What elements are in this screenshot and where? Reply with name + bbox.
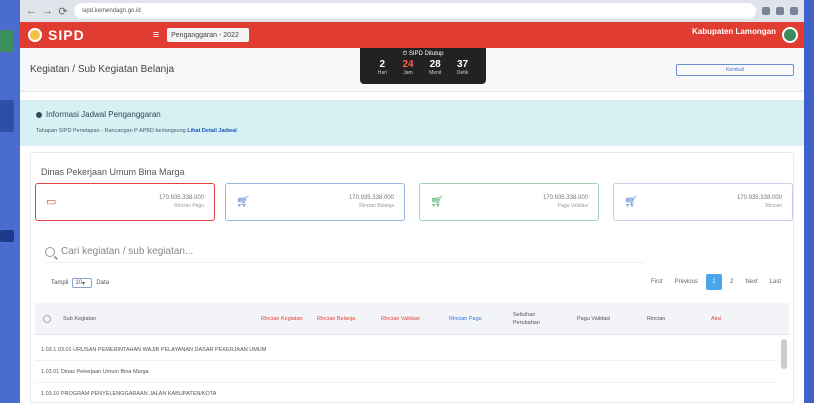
pager-first[interactable]: First bbox=[647, 277, 667, 287]
right-background bbox=[804, 0, 814, 403]
timer-seconds: 37 Detik bbox=[456, 59, 469, 76]
region-name: Kabupaten Lamongan bbox=[691, 27, 776, 36]
stat-card-belanja: 🛒︎ 170.935.338.000 Rincian Belanja bbox=[225, 183, 405, 221]
cart-icon: 🛒︎ bbox=[236, 196, 250, 208]
cart-icon: 🛒︎ bbox=[430, 196, 444, 208]
browser-window: ← → ⟳ sipd.kemendagri.go.id SIPD ≡ Penga… bbox=[20, 0, 804, 403]
pagination: First Previous 1 2 Next Last bbox=[647, 274, 785, 290]
cart-icon: 🛒︎ bbox=[624, 196, 638, 208]
scrollbar[interactable] bbox=[781, 339, 787, 369]
col-rincian-validasi[interactable]: Rincian Validasi bbox=[381, 303, 420, 335]
stat-value: 170.935.338.000 bbox=[542, 195, 588, 201]
app-header: SIPD ≡ Penganggaran - 2022 Kabupaten Lam… bbox=[20, 22, 804, 48]
stat-card-validasi: 🛒︎ 170.935.338.000 Pagu Validasi bbox=[419, 183, 599, 221]
pager-page-2[interactable]: 2 bbox=[726, 277, 737, 287]
timer-label: ⏱ SIPD Ditutup bbox=[402, 51, 444, 57]
search-icon bbox=[45, 246, 55, 257]
table-row[interactable]: 1.03.01 Dinas Pekerjaan Umum Bina Marga bbox=[35, 361, 777, 383]
row-text: 1.03.1.03.01 URUSAN PEMERINTAHAN WAJIB P… bbox=[41, 346, 267, 353]
timer-hours: 24 Jam bbox=[402, 59, 414, 76]
col-rincian[interactable]: Rincian bbox=[647, 303, 665, 335]
back-button[interactable]: Kembali bbox=[676, 64, 794, 76]
reload-icon[interactable]: ⟳ bbox=[58, 5, 68, 18]
col-rincian-kegiatan[interactable]: Rincian Kegiatan bbox=[261, 303, 303, 335]
col-sub-kegiatan[interactable]: Sub Kegiatan bbox=[63, 303, 96, 335]
back-icon[interactable]: ← bbox=[26, 5, 37, 17]
stat-label: Rincian Pagu bbox=[174, 203, 204, 209]
table-row[interactable]: 1.03.10 PROGRAM PENYELENGGARAAN JALAN KA… bbox=[35, 383, 777, 403]
search-box[interactable]: Cari kegiatan / sub kegiatan... bbox=[45, 246, 645, 263]
select-all-checkbox[interactable] bbox=[43, 315, 51, 323]
info-heading: Informasi Jadwal Penganggaran bbox=[46, 110, 161, 119]
row-text: 1.03.01 Dinas Pekerjaan Umum Bina Marga bbox=[41, 368, 149, 375]
app-name: SIPD bbox=[48, 27, 85, 43]
info-detail-link[interactable]: Lihat Detail Jadwal bbox=[187, 128, 237, 134]
taskbar-app-icon[interactable] bbox=[0, 100, 14, 132]
stat-value: 170.935.338.000 bbox=[348, 195, 394, 201]
timer-days: 2 Hari bbox=[377, 59, 387, 76]
stat-card-rincian: 🛒︎ 170.935.338.000 Rincian bbox=[613, 183, 793, 221]
taskbar-app-icon[interactable] bbox=[0, 30, 14, 52]
page-size-select[interactable]: 10 ▾ bbox=[72, 278, 93, 288]
stat-label: Rincian Belanja bbox=[359, 203, 394, 209]
stat-value: 170.935.338.000 bbox=[158, 195, 204, 201]
row-text: 1.03.10 PROGRAM PENYELENGGARAAN JALAN KA… bbox=[41, 390, 217, 397]
browser-toolbar: ← → ⟳ sipd.kemendagri.go.id bbox=[20, 0, 804, 22]
col-pagu-validasi[interactable]: Pagu Validasi bbox=[577, 303, 610, 335]
page-titlebar: Kegiatan / Sub Kegiatan Belanja ⏱ SIPD D… bbox=[20, 48, 804, 92]
stat-label: Pagu Validasi bbox=[557, 203, 588, 209]
info-text: Tahapan SIPD Penetapan - Rancangan P APB… bbox=[36, 128, 186, 134]
profile-icon[interactable] bbox=[790, 7, 798, 15]
taskbar-app-icon[interactable] bbox=[0, 230, 14, 242]
year-select[interactable]: Penganggaran - 2022 bbox=[167, 28, 250, 42]
stat-label: Rincian bbox=[765, 203, 782, 209]
info-icon bbox=[36, 111, 42, 118]
countdown-timer: ⏱ SIPD Ditutup 2 Hari 24 Jam 28 Menit 37 Det… bbox=[360, 48, 486, 84]
col-aksi[interactable]: Aksi bbox=[711, 303, 721, 335]
show-label: Tampil bbox=[51, 280, 69, 286]
pager-previous[interactable]: Previous bbox=[671, 277, 702, 287]
folder-icon: ▭ bbox=[46, 196, 57, 208]
bookmark-icon[interactable] bbox=[776, 7, 784, 15]
col-selisihan[interactable]: Selisihan Perubahan bbox=[513, 303, 553, 335]
pager-last[interactable]: Last bbox=[766, 277, 785, 287]
show-suffix: Data bbox=[96, 280, 110, 286]
timer-minutes: 28 Menit bbox=[429, 59, 442, 76]
search-input[interactable]: Cari kegiatan / sub kegiatan... bbox=[61, 246, 193, 257]
stat-value: 170.935.338.000 bbox=[736, 195, 782, 201]
table-row[interactable]: 1.03.1.03.01 URUSAN PEMERINTAHAN WAJIB P… bbox=[35, 339, 777, 361]
region-label: Kabupaten Lamongan bbox=[692, 27, 776, 37]
app-logo[interactable]: SIPD bbox=[28, 27, 85, 43]
avatar[interactable] bbox=[782, 27, 798, 43]
extension-icon[interactable] bbox=[762, 7, 770, 15]
col-rincian-pagu[interactable]: Rincian Pagu bbox=[449, 303, 482, 335]
pager-next[interactable]: Next bbox=[741, 277, 761, 287]
schedule-info-banner: Informasi Jadwal Penganggaran Tahapan SI… bbox=[20, 100, 804, 146]
forward-icon[interactable]: → bbox=[42, 5, 53, 17]
activity-card: Dinas Pekerjaan Umum Bina Marga ▭ 170.93… bbox=[30, 152, 794, 403]
year-select-value: Penganggaran - 2022 bbox=[171, 31, 239, 39]
page-size-control: Tampil 10 ▾ Data bbox=[51, 278, 109, 288]
left-background bbox=[0, 0, 20, 403]
logo-icon bbox=[28, 28, 42, 42]
address-text: sipd.kemendagri.go.id bbox=[82, 8, 141, 14]
stat-card-pagu: ▭ 170.935.338.000 Rincian Pagu bbox=[35, 183, 215, 221]
page-title: Kegiatan / Sub Kegiatan Belanja bbox=[30, 64, 174, 75]
col-rincian-belanja[interactable]: Rincian Belanja bbox=[317, 303, 355, 335]
org-name: Dinas Pekerjaan Umum Bina Marga bbox=[41, 167, 185, 177]
address-bar[interactable]: sipd.kemendagri.go.id bbox=[74, 3, 756, 19]
table-header: Sub Kegiatan Rincian Kegiatan Rincian Be… bbox=[35, 303, 789, 335]
pager-page-1[interactable]: 1 bbox=[705, 274, 722, 290]
menu-icon[interactable]: ≡ bbox=[153, 29, 159, 41]
